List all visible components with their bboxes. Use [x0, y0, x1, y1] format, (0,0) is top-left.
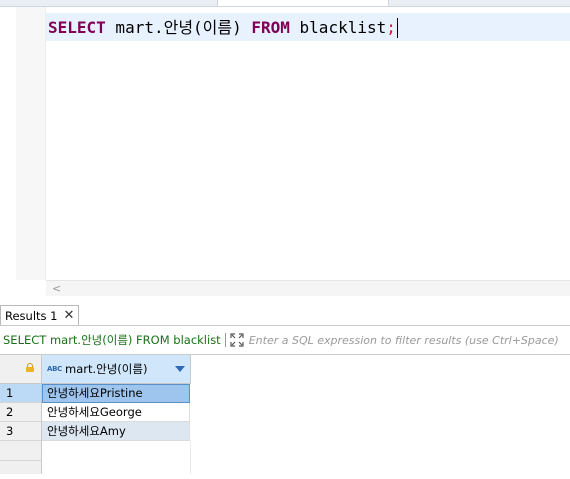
active-editor-tab[interactable]: [217, 0, 389, 6]
horizontal-scrollbar[interactable]: <: [46, 280, 570, 296]
expand-icon[interactable]: [230, 333, 244, 347]
scroll-left-icon[interactable]: <: [52, 281, 61, 296]
editor-tab-strip: [0, 0, 570, 7]
row-number[interactable]: 2: [0, 403, 41, 422]
column-header[interactable]: ABC mart.안녕(이름): [42, 355, 191, 384]
from-keyword: FROM: [251, 18, 290, 37]
sql-editor[interactable]: SELECT mart.안녕(이름) FROM blacklist; <: [0, 7, 570, 296]
empty-row: [0, 441, 41, 461]
filter-separator: [224, 333, 226, 347]
executed-query-text: SELECT mart.안녕(이름) FROM blacklist: [3, 333, 221, 347]
table-cell[interactable]: 안녕하세요Pristine: [42, 384, 190, 403]
results-tab-label: Results 1: [5, 308, 58, 323]
table-name: blacklist: [289, 18, 387, 37]
results-tab-bar: Results 1 ✕: [0, 305, 570, 326]
chevron-down-icon[interactable]: [175, 366, 185, 372]
empty-row: [0, 460, 41, 479]
filter-bar: SELECT mart.안녕(이름) FROM blacklist Enter …: [0, 330, 570, 350]
row-number[interactable]: 3: [0, 422, 41, 441]
semicolon: ;: [386, 18, 396, 37]
table-cell[interactable]: 안녕하세요George: [42, 403, 190, 422]
grid-line: [190, 441, 191, 474]
grid-corner-header[interactable]: [0, 355, 41, 384]
text-caret: [396, 18, 398, 38]
string-type-icon: ABC: [47, 365, 62, 373]
lock-icon: [26, 363, 34, 372]
tab-results-1[interactable]: Results 1 ✕: [0, 305, 80, 325]
row-number[interactable]: 1: [0, 384, 41, 403]
column-expression: mart.안녕(이름): [105, 18, 252, 37]
column-header-label: mart.안녕(이름): [65, 362, 148, 376]
results-grid: ABC mart.안녕(이름) 1 안녕하세요Pristine 2 안녕하세요G…: [0, 354, 570, 474]
table-cell[interactable]: 안녕하세요Amy: [42, 422, 190, 441]
select-keyword: SELECT: [48, 18, 106, 37]
sql-code-line[interactable]: SELECT mart.안녕(이름) FROM blacklist;: [48, 18, 398, 38]
filter-input[interactable]: Enter a SQL expression to filter results…: [249, 334, 559, 347]
editor-gutter: [16, 7, 46, 280]
close-icon[interactable]: ✕: [64, 309, 75, 322]
